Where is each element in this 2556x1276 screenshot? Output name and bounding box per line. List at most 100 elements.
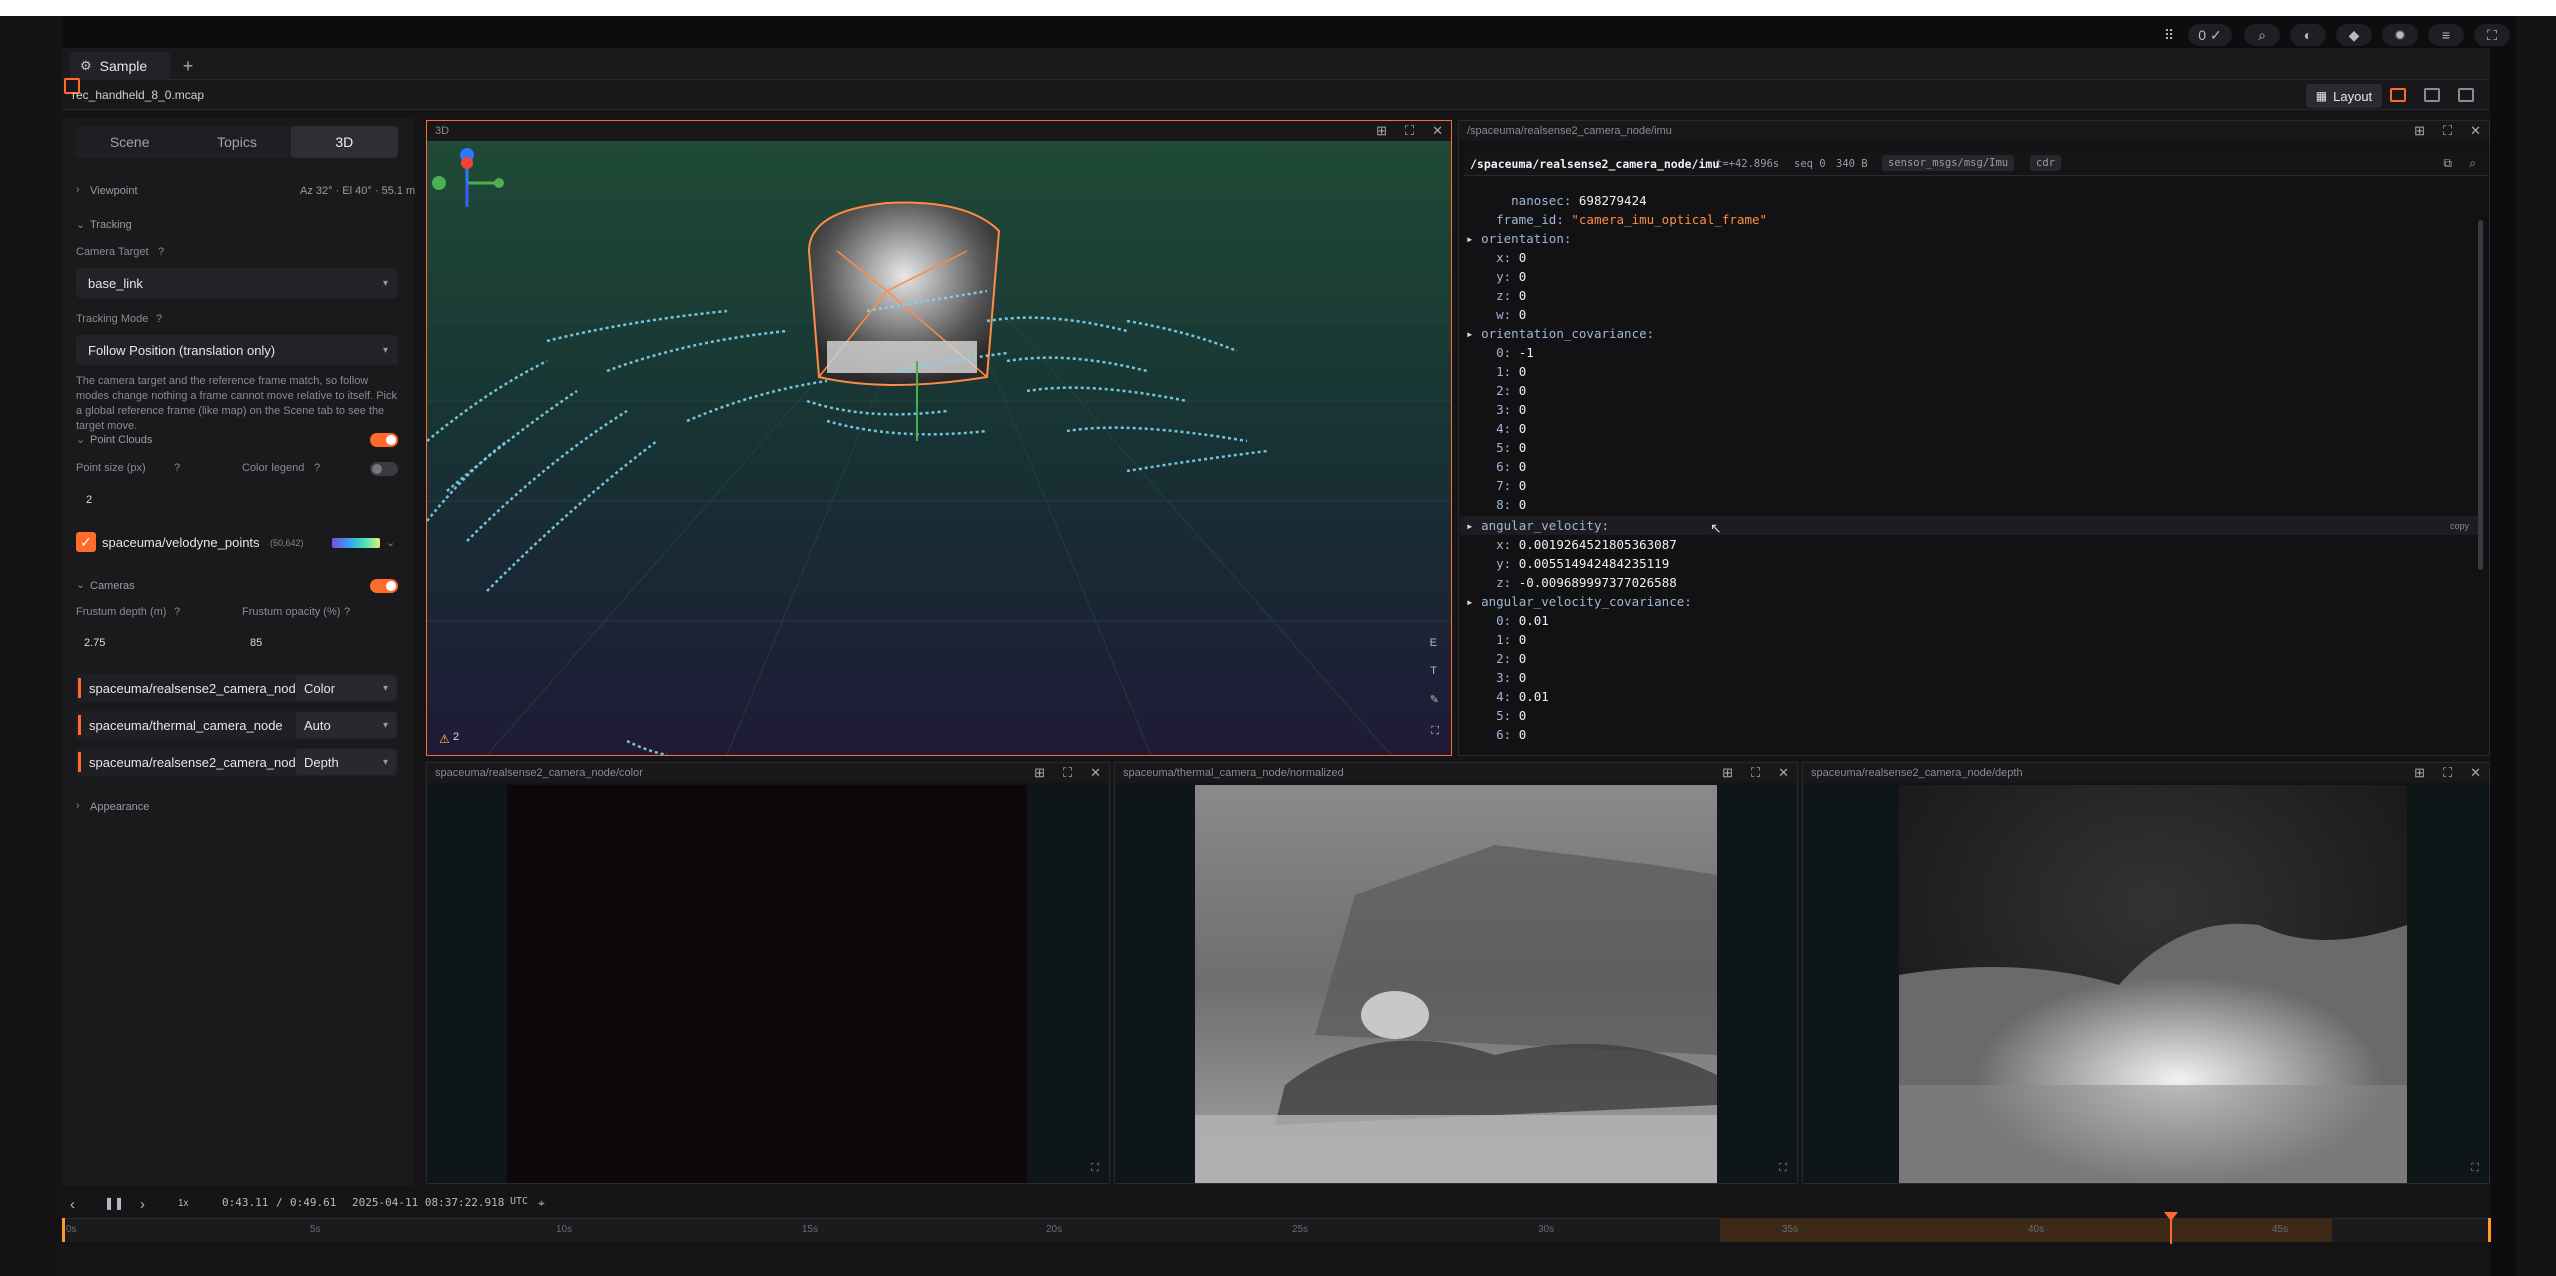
- chevron-right-icon[interactable]: ›: [76, 800, 80, 812]
- point-clouds-toggle[interactable]: [370, 433, 398, 447]
- cameras-label[interactable]: Cameras: [90, 580, 135, 592]
- close-icon[interactable]: ✕: [2470, 123, 2481, 139]
- checkbox-checked-icon[interactable]: ✓: [76, 532, 96, 552]
- view3d-panel[interactable]: 3D ⊞ ⛶ ✕ ⚠ 2 E T ✎ ⛶: [426, 120, 1452, 756]
- viewpoint-value: Az 32° · El 40° · 55.1 m: [300, 185, 416, 197]
- close-icon[interactable]: ✕: [1778, 765, 1789, 781]
- tab-topics[interactable]: Topics: [183, 126, 290, 158]
- split-icon[interactable]: ⊞: [1376, 123, 1387, 139]
- search-icon[interactable]: ⌕: [2469, 156, 2476, 171]
- expand-icon[interactable]: ⛶: [1751, 765, 1760, 781]
- close-icon[interactable]: ✕: [1090, 765, 1101, 781]
- layout-right-panel-icon[interactable]: [2458, 88, 2474, 102]
- imu-field: 5: 0: [1496, 440, 1527, 455]
- select-chevron-icon: ▾: [382, 682, 388, 694]
- camera-row[interactable]: spaceuma/realsense2_camera_node Depth ▾: [76, 748, 398, 776]
- chevron-down-icon[interactable]: ⌄: [76, 218, 85, 231]
- fullscreen-icon[interactable]: ⛶: [2474, 24, 2510, 46]
- step-forward-icon[interactable]: ›: [140, 1196, 145, 1213]
- tag-icon[interactable]: ◆: [2336, 24, 2372, 46]
- expand-icon[interactable]: ⛶: [2443, 765, 2452, 781]
- sidebar-segmented-control: Scene Topics 3D: [76, 126, 398, 158]
- view3d-canvas[interactable]: ⚠: [427, 141, 1451, 755]
- speed-select[interactable]: 1x: [178, 1198, 189, 1209]
- tracking-mode-select[interactable]: Follow Position (translation only) ▾: [76, 335, 398, 365]
- fullscreen-icon[interactable]: ⛶: [1779, 1162, 1787, 1175]
- tab-sample[interactable]: ⚙ Sample: [70, 52, 170, 80]
- chevron-down-icon[interactable]: ⌄: [386, 536, 395, 549]
- colormap-swatch[interactable]: [332, 538, 380, 548]
- expand-icon[interactable]: ⛶: [2443, 123, 2452, 139]
- tag-icon[interactable]: ⌖: [538, 1196, 545, 1211]
- imu-field-angular-velocity-covariance[interactable]: ▸ angular_velocity_covariance:: [1466, 594, 1692, 609]
- select-chevron-icon: ▾: [382, 756, 388, 768]
- view-e-button[interactable]: E: [1430, 637, 1437, 649]
- timeline-start-marker[interactable]: [62, 1218, 65, 1242]
- tab-scene[interactable]: Scene: [76, 126, 183, 158]
- camera-target-select[interactable]: base_link ▾: [76, 268, 398, 298]
- step-back-icon[interactable]: ‹: [70, 1196, 75, 1213]
- camera-mode-select[interactable]: Color ▾: [296, 675, 396, 701]
- camera-mode-select[interactable]: Depth ▾: [296, 749, 396, 775]
- layout-left-panel-icon[interactable]: [2390, 88, 2406, 102]
- grip-icon[interactable]: ⠿: [2160, 24, 2178, 46]
- imu-field: 2: 0: [1496, 651, 1527, 666]
- close-icon[interactable]: ✕: [2470, 765, 2481, 781]
- point-clouds-label[interactable]: Point Clouds: [90, 434, 152, 446]
- camera-mode-value: Auto: [304, 717, 331, 733]
- pause-icon[interactable]: ❚❚: [104, 1196, 124, 1210]
- sync-status-badge[interactable]: 0 ✓: [2188, 24, 2232, 46]
- layout-bottom-panel-icon[interactable]: [2424, 88, 2440, 102]
- viewpoint-label[interactable]: Viewpoint: [90, 185, 138, 197]
- frustum-depth-value[interactable]: 2.75: [84, 637, 105, 649]
- timeline-end-marker[interactable]: [2488, 1218, 2491, 1242]
- camera-mode-select[interactable]: Auto ▾: [296, 712, 396, 738]
- expand-icon[interactable]: ⛶: [1405, 123, 1414, 139]
- fullscreen-icon[interactable]: ⛶: [1091, 1162, 1099, 1175]
- split-icon[interactable]: ⊞: [1034, 765, 1045, 781]
- imu-field-nanosec: nanosec: 698279424: [1511, 193, 1647, 208]
- imu-field-angular-velocity[interactable]: ▸ angular_velocity:: [1466, 518, 1609, 533]
- imu-field-orientation-covariance[interactable]: ▸ orientation_covariance:: [1466, 326, 1654, 341]
- search-icon[interactable]: ⌕: [2244, 24, 2280, 46]
- cameras-toggle[interactable]: [370, 579, 398, 593]
- point-size-value[interactable]: 2: [86, 494, 92, 506]
- split-icon[interactable]: ⊞: [1722, 765, 1733, 781]
- chevron-down-icon[interactable]: ⌄: [76, 433, 85, 446]
- chevron-right-icon[interactable]: ›: [76, 184, 80, 196]
- appearance-label[interactable]: Appearance: [90, 801, 149, 813]
- depth-image-panel[interactable]: spaceuma/realsense2_camera_node/depth ⊞ …: [1802, 762, 2490, 1184]
- current-datetime[interactable]: 2025-04-11 08:37:22.918: [352, 1196, 504, 1209]
- close-icon[interactable]: ✕: [1432, 123, 1443, 139]
- select-chevron-icon: ▾: [382, 719, 388, 731]
- view-t-button[interactable]: T: [1430, 665, 1437, 677]
- frustum-opacity-value[interactable]: 85: [250, 637, 262, 649]
- color-legend-toggle[interactable]: [370, 462, 398, 476]
- thermal-image-panel[interactable]: spaceuma/thermal_camera_node/normalized …: [1114, 762, 1798, 1184]
- chevron-down-icon[interactable]: ⌄: [76, 578, 85, 591]
- list-icon[interactable]: ≡: [2428, 24, 2464, 46]
- imu-field: 4: 0: [1496, 421, 1527, 436]
- split-icon[interactable]: ⊞: [2414, 123, 2425, 139]
- playhead-handle[interactable]: [2164, 1212, 2178, 1221]
- tab-3d[interactable]: 3D: [290, 126, 398, 158]
- camera-row[interactable]: spaceuma/realsense2_camera_node Color ▾: [76, 674, 398, 702]
- gear-icon[interactable]: ✹: [2382, 24, 2418, 46]
- timeline-tick: 5s: [310, 1224, 321, 1235]
- warning-count[interactable]: 2: [453, 731, 459, 743]
- expand-icon[interactable]: ⛶: [1063, 765, 1072, 781]
- copy-button[interactable]: copy: [2450, 521, 2469, 531]
- fullscreen-icon[interactable]: ⛶: [2471, 1162, 2479, 1175]
- camera-row[interactable]: spaceuma/thermal_camera_node Auto ▾: [76, 711, 398, 739]
- layout-button[interactable]: ▦ Layout: [2306, 84, 2382, 108]
- imu-scrollbar[interactable]: [2478, 220, 2483, 570]
- tracking-label[interactable]: Tracking: [90, 219, 132, 231]
- ruler-icon[interactable]: ✎: [1430, 693, 1439, 706]
- split-icon[interactable]: ⊞: [2414, 765, 2425, 781]
- new-tab-button[interactable]: +: [176, 54, 200, 78]
- palette-icon[interactable]: ◐: [2290, 24, 2326, 46]
- copy-icon[interactable]: ⧉: [2443, 156, 2452, 171]
- color-image-panel[interactable]: spaceuma/realsense2_camera_node/color ⊞ …: [426, 762, 1110, 1184]
- fullscreen-icon[interactable]: ⛶: [1431, 725, 1439, 738]
- imu-field-orientation[interactable]: ▸ orientation:: [1466, 231, 1571, 246]
